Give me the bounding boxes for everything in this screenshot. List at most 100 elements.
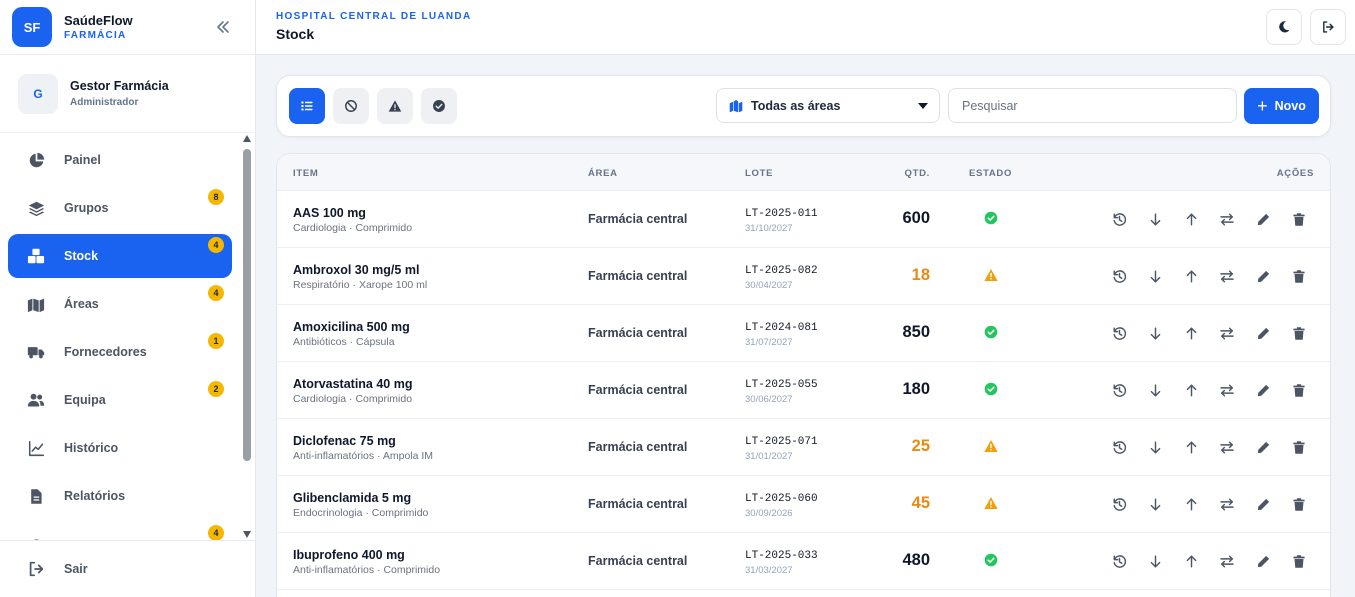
sidebar-scrollbar[interactable] <box>242 135 252 540</box>
history-button[interactable] <box>1110 495 1128 513</box>
warning-icon <box>984 496 998 510</box>
sidebar-item-historico[interactable]: Histórico <box>8 426 232 470</box>
arrow-down-icon <box>1148 440 1163 455</box>
scroll-down-arrow-icon[interactable] <box>243 531 251 538</box>
area-select[interactable]: Todas as áreas <box>716 88 940 123</box>
filter-all-button[interactable] <box>289 88 325 124</box>
warning-icon <box>984 268 998 282</box>
history-button[interactable] <box>1110 324 1128 342</box>
table-row[interactable]: Glibenclamida 5 mg Endocrinologia · Compr… <box>277 476 1330 533</box>
sidebar-item-relatorios[interactable]: Relatórios <box>8 474 232 518</box>
history-icon <box>1112 212 1127 227</box>
table-row[interactable]: Amoxicilina 500 mg Antibióticos · Cápsula… <box>277 305 1330 362</box>
new-item-button[interactable]: + Novo <box>1244 88 1319 124</box>
sidebar-item-areas[interactable]: Áreas 4 <box>8 282 232 326</box>
stock-in-button[interactable] <box>1182 267 1200 285</box>
table-row[interactable]: Atorvastatina 40 mg Cardiologia · Comprim… <box>277 362 1330 419</box>
transfer-button[interactable] <box>1218 324 1236 342</box>
hospital-name: HOSPITAL CENTRAL DE LUANDA <box>276 11 472 22</box>
sidebar-nav: Painel Grupos 8 Stock 4 Áreas 4 Fornecedores 1 Eq… <box>0 135 240 540</box>
layers-icon <box>27 199 45 217</box>
edit-button[interactable] <box>1254 210 1272 228</box>
history-button[interactable] <box>1110 438 1128 456</box>
delete-button[interactable] <box>1290 495 1308 513</box>
item-expiry-date: 30/09/2026 <box>745 508 793 519</box>
transfer-button[interactable] <box>1218 267 1236 285</box>
item-expiry-date: 31/07/2027 <box>745 337 793 348</box>
theme-toggle-button[interactable] <box>1266 9 1302 45</box>
stock-in-button[interactable] <box>1182 381 1200 399</box>
stock-in-button[interactable] <box>1182 438 1200 456</box>
stock-in-button[interactable] <box>1182 210 1200 228</box>
count-badge: 2 <box>208 381 224 397</box>
edit-button[interactable] <box>1254 267 1272 285</box>
delete-button[interactable] <box>1290 552 1308 570</box>
table-row[interactable]: Diclofenac 75 mg Anti-inflamatórios · Amp… <box>277 419 1330 476</box>
logout-button[interactable]: Sair <box>0 540 256 597</box>
filter-out-of-stock-button[interactable] <box>333 88 369 124</box>
stock-in-button[interactable] <box>1182 495 1200 513</box>
history-button[interactable] <box>1110 267 1128 285</box>
transfer-button[interactable] <box>1218 552 1236 570</box>
edit-button[interactable] <box>1254 324 1272 342</box>
delete-button[interactable] <box>1290 438 1308 456</box>
sidebar-item-painel[interactable]: Painel <box>8 138 232 182</box>
stock-in-button[interactable] <box>1182 324 1200 342</box>
trash-icon <box>1292 554 1306 569</box>
filter-low-stock-button[interactable] <box>377 88 413 124</box>
stock-out-button[interactable] <box>1146 552 1164 570</box>
delete-button[interactable] <box>1290 324 1308 342</box>
stock-out-button[interactable] <box>1146 267 1164 285</box>
column-lote: LOTE <box>745 168 774 179</box>
sidebar-item-fornecedores[interactable]: Fornecedores 1 <box>8 330 232 374</box>
column-status: ESTADO <box>969 168 1013 179</box>
check-circle-icon <box>984 553 998 567</box>
history-button[interactable] <box>1110 552 1128 570</box>
delete-button[interactable] <box>1290 267 1308 285</box>
delete-button[interactable] <box>1290 381 1308 399</box>
item-expiry-date: 31/03/2027 <box>745 565 793 576</box>
transfer-button[interactable] <box>1218 495 1236 513</box>
item-name: Ibuprofeno 400 mg <box>293 548 405 562</box>
sidebar-item-settings[interactable]: 4 <box>8 522 232 540</box>
edit-button[interactable] <box>1254 381 1272 399</box>
transfer-button[interactable] <box>1218 438 1236 456</box>
history-button[interactable] <box>1110 381 1128 399</box>
scroll-thumb[interactable] <box>243 149 251 461</box>
arrow-up-icon <box>1184 212 1199 227</box>
scroll-up-arrow-icon[interactable] <box>243 135 251 142</box>
filter-ok-button[interactable] <box>421 88 457 124</box>
collapse-sidebar-icon[interactable] <box>213 17 233 37</box>
table-row[interactable]: Ibuprofeno 400 mg Anti-inflamatórios · Co… <box>277 533 1330 590</box>
stock-out-button[interactable] <box>1146 495 1164 513</box>
history-icon <box>1112 497 1127 512</box>
stock-out-button[interactable] <box>1146 210 1164 228</box>
transfer-button[interactable] <box>1218 381 1236 399</box>
sidebar-item-label: Stock <box>64 249 99 263</box>
arrow-up-icon <box>1184 269 1199 284</box>
sidebar-item-grupos[interactable]: Grupos 8 <box>8 186 232 230</box>
stock-out-button[interactable] <box>1146 324 1164 342</box>
stock-out-button[interactable] <box>1146 381 1164 399</box>
sidebar-item-label: Grupos <box>64 201 109 215</box>
trash-icon <box>1292 269 1306 284</box>
edit-button[interactable] <box>1254 495 1272 513</box>
table-row[interactable]: AAS 100 mg Cardiologia · Comprimido Farmác… <box>277 191 1330 248</box>
delete-button[interactable] <box>1290 210 1308 228</box>
sidebar-item-stock[interactable]: Stock 4 <box>8 234 232 278</box>
search-input[interactable] <box>948 88 1237 123</box>
sidebar-item-equipa[interactable]: Equipa 2 <box>8 378 232 422</box>
warning-icon <box>984 439 998 453</box>
transfer-button[interactable] <box>1218 210 1236 228</box>
header-logout-button[interactable] <box>1310 9 1346 45</box>
stock-in-button[interactable] <box>1182 552 1200 570</box>
history-button[interactable] <box>1110 210 1128 228</box>
edit-button[interactable] <box>1254 438 1272 456</box>
edit-button[interactable] <box>1254 552 1272 570</box>
table-row[interactable]: Ambroxol 30 mg/5 ml Respiratório · Xarope… <box>277 248 1330 305</box>
check-circle-icon <box>984 382 998 396</box>
truck-icon <box>27 343 45 361</box>
stock-out-button[interactable] <box>1146 438 1164 456</box>
item-area: Farmácia central <box>588 269 688 283</box>
chevron-down-icon <box>918 103 928 109</box>
